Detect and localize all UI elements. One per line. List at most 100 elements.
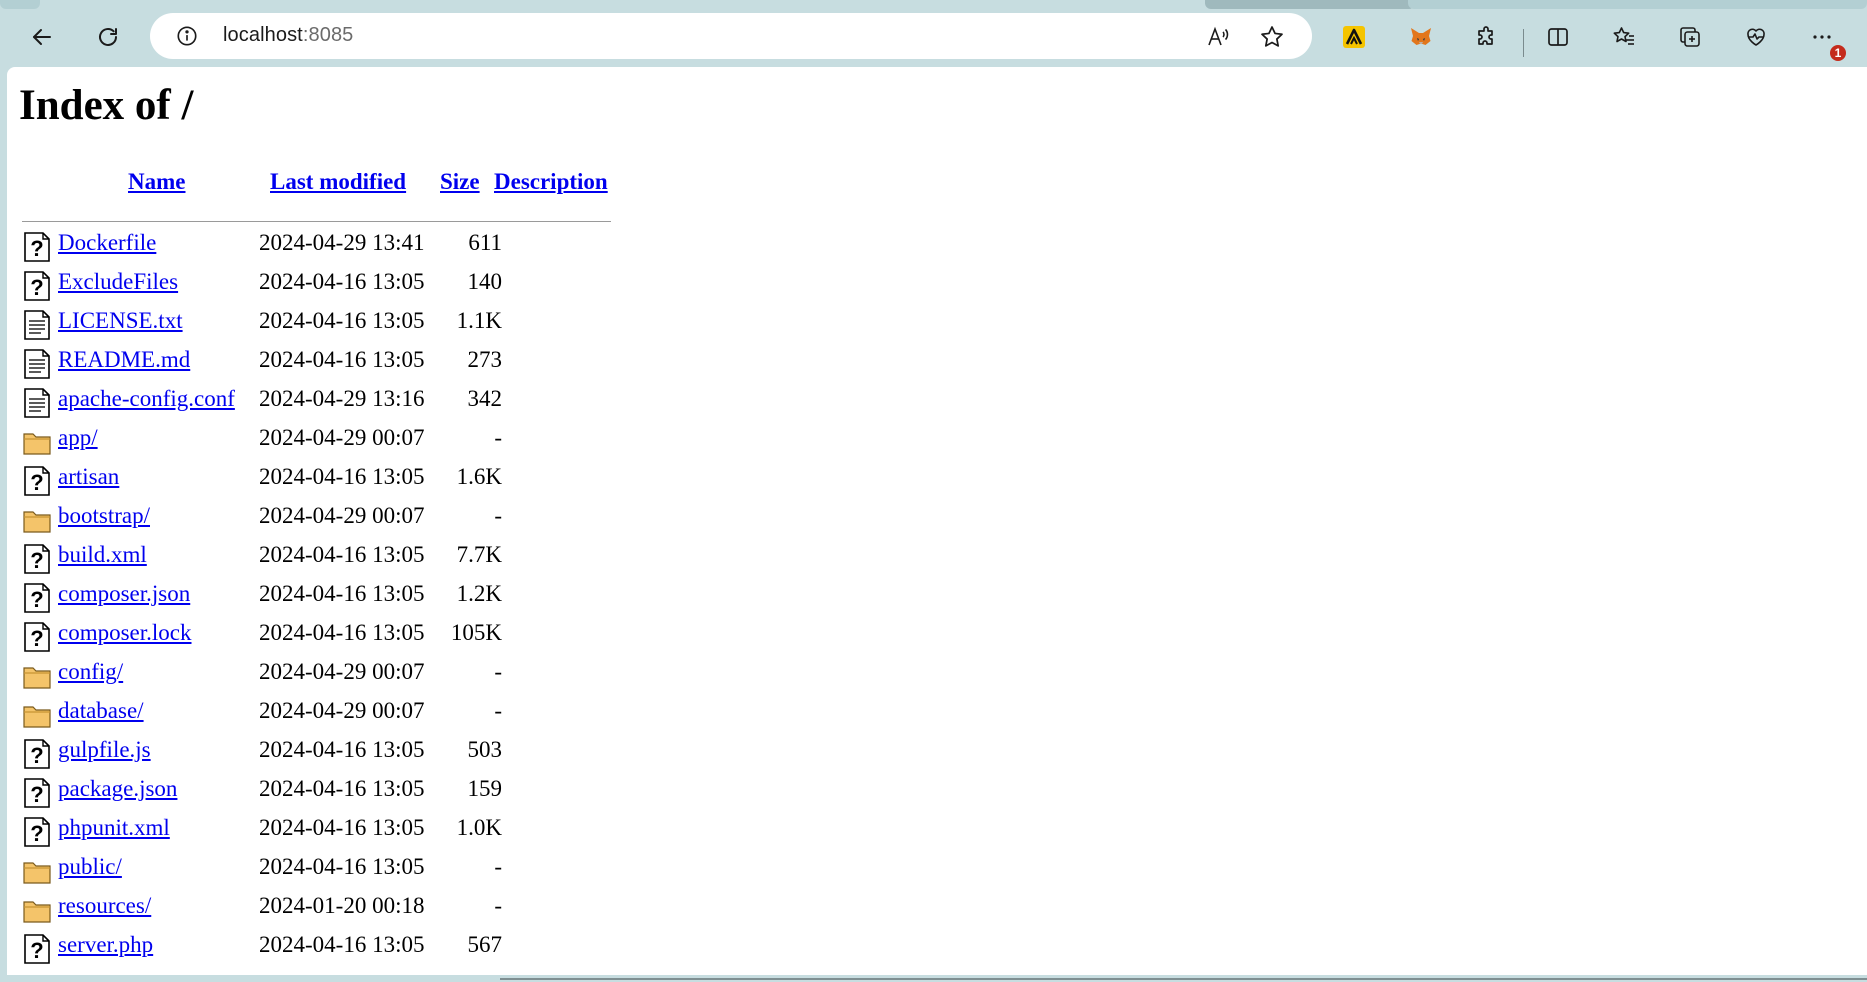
table-row: public/2024-04-16 13:05 - bbox=[22, 854, 622, 888]
file-link[interactable]: build.xml bbox=[58, 542, 147, 568]
file-size: - bbox=[494, 854, 502, 879]
file-size: - bbox=[494, 698, 502, 723]
file-size: - bbox=[494, 503, 502, 528]
svg-text:?: ? bbox=[30, 938, 43, 963]
back-button[interactable] bbox=[22, 17, 62, 57]
last-modified: 2024-04-29 13:16 bbox=[259, 386, 425, 411]
favorites-button[interactable] bbox=[1604, 17, 1644, 57]
refresh-button[interactable] bbox=[88, 17, 128, 57]
table-row: ? Dockerfile 2024-04-29 13:41 611 bbox=[22, 230, 622, 264]
file-size: 1.0K bbox=[456, 815, 502, 840]
svg-text:?: ? bbox=[30, 821, 43, 846]
unknown-file-icon: ? bbox=[22, 934, 52, 964]
read-aloud-icon bbox=[1208, 26, 1229, 46]
last-modified: 2024-04-16 13:05 bbox=[259, 581, 425, 606]
file-link[interactable]: resources/ bbox=[58, 893, 151, 919]
table-row: ? build.xml 2024-04-16 13:05 7.7K bbox=[22, 542, 622, 576]
table-row: ? gulpfile.js 2024-04-16 13:05 503 bbox=[22, 737, 622, 771]
folder-icon bbox=[22, 856, 52, 886]
file-link[interactable]: database/ bbox=[58, 698, 144, 724]
split-screen-icon bbox=[1548, 28, 1568, 46]
url-field[interactable]: localhost:8085 bbox=[223, 24, 1023, 47]
svg-text:?: ? bbox=[30, 743, 43, 768]
text-file-icon bbox=[22, 310, 52, 340]
page-viewport: Index of / Name Last modified Size Descr… bbox=[7, 67, 1867, 975]
unknown-file-icon: ? bbox=[22, 271, 52, 301]
table-row: ? artisan 2024-04-16 13:05 1.6K bbox=[22, 464, 622, 498]
folder-icon bbox=[22, 661, 52, 691]
file-size: 567 bbox=[467, 932, 503, 957]
last-modified: 2024-04-16 13:05 bbox=[259, 854, 425, 879]
file-link[interactable]: artisan bbox=[58, 464, 119, 490]
file-link[interactable]: public/ bbox=[58, 854, 122, 880]
window-bottom-edge bbox=[0, 975, 1867, 982]
read-aloud-button[interactable] bbox=[1205, 24, 1231, 50]
file-link[interactable]: ExcludeFiles bbox=[58, 269, 178, 295]
file-size: 105K bbox=[450, 620, 502, 645]
header-divider bbox=[22, 221, 611, 222]
last-modified: 2024-04-16 13:05 bbox=[259, 464, 425, 489]
back-icon bbox=[33, 29, 51, 45]
extension-a-button[interactable] bbox=[1334, 17, 1374, 57]
file-link[interactable]: composer.json bbox=[58, 581, 190, 607]
extension-a-icon bbox=[1343, 26, 1365, 48]
metamask-button[interactable] bbox=[1401, 17, 1441, 57]
unknown-file-icon: ? bbox=[22, 583, 52, 613]
last-modified: 2024-04-29 00:07 bbox=[259, 503, 425, 528]
file-link[interactable]: README.md bbox=[58, 347, 190, 373]
column-header-last-modified[interactable]: Last modified bbox=[270, 169, 406, 195]
file-link[interactable]: config/ bbox=[58, 659, 123, 685]
tab-edge[interactable] bbox=[1205, 0, 1415, 9]
file-link[interactable]: server.php bbox=[58, 932, 153, 958]
file-size: 140 bbox=[467, 269, 503, 294]
extensions-button[interactable] bbox=[1467, 17, 1507, 57]
info-icon[interactable] bbox=[176, 25, 198, 47]
table-row: resources/2024-01-20 00:18 - bbox=[22, 893, 622, 927]
extensions-puzzle-icon bbox=[1478, 26, 1493, 45]
tab-edge[interactable] bbox=[0, 0, 40, 9]
file-link[interactable]: gulpfile.js bbox=[58, 737, 151, 763]
browser-essentials-icon bbox=[1747, 28, 1765, 46]
table-row: ? server.php 2024-04-16 13:05 567 bbox=[22, 932, 622, 966]
last-modified: 2024-04-16 13:05 bbox=[259, 737, 425, 762]
tab-strip bbox=[0, 0, 1867, 9]
file-link[interactable]: app/ bbox=[58, 425, 98, 451]
file-link[interactable]: composer.lock bbox=[58, 620, 192, 646]
last-modified: 2024-04-16 13:05 bbox=[259, 815, 425, 840]
browser-essentials-button[interactable] bbox=[1736, 17, 1776, 57]
favorites-icon bbox=[1613, 27, 1634, 45]
table-row: config/2024-04-29 00:07 - bbox=[22, 659, 622, 693]
unknown-file-icon: ? bbox=[22, 817, 52, 847]
refresh-icon bbox=[99, 28, 117, 46]
file-size: 1.6K bbox=[456, 464, 502, 489]
svg-text:?: ? bbox=[30, 236, 43, 261]
browser-toolbar: localhost:8085 1 bbox=[0, 9, 1867, 67]
tab-edge[interactable] bbox=[1408, 0, 1867, 9]
last-modified: 2024-04-16 13:05 bbox=[259, 932, 425, 957]
split-screen-button[interactable] bbox=[1538, 17, 1578, 57]
column-header-description[interactable]: Description bbox=[494, 169, 608, 195]
last-modified: 2024-04-29 13:41 bbox=[259, 230, 425, 255]
file-size: 1.1K bbox=[456, 308, 502, 333]
file-link[interactable]: phpunit.xml bbox=[58, 815, 170, 841]
column-header-size[interactable]: Size bbox=[440, 169, 480, 195]
last-modified: 2024-04-29 00:07 bbox=[259, 425, 425, 450]
file-link[interactable]: LICENSE.txt bbox=[58, 308, 183, 334]
svg-text:?: ? bbox=[30, 782, 43, 807]
file-link[interactable]: bootstrap/ bbox=[58, 503, 150, 529]
table-row: bootstrap/2024-04-29 00:07 - bbox=[22, 503, 622, 537]
notification-badge: 1 bbox=[1830, 45, 1846, 61]
unknown-file-icon: ? bbox=[22, 622, 52, 652]
file-link[interactable]: Dockerfile bbox=[58, 230, 156, 256]
last-modified: 2024-04-16 13:05 bbox=[259, 542, 425, 567]
collections-button[interactable] bbox=[1670, 17, 1710, 57]
collections-icon bbox=[1680, 27, 1700, 47]
table-row: ? ExcludeFiles 2024-04-16 13:05 140 bbox=[22, 269, 622, 303]
address-bar[interactable]: localhost:8085 bbox=[150, 13, 1312, 59]
column-header-name[interactable]: Name bbox=[128, 169, 185, 195]
favorite-button[interactable] bbox=[1259, 24, 1285, 50]
file-link[interactable]: package.json bbox=[58, 776, 177, 802]
table-row: apache-config.conf 2024-04-29 13:16 342 bbox=[22, 386, 622, 420]
file-link[interactable]: apache-config.conf bbox=[58, 386, 235, 412]
url-port: :8085 bbox=[302, 24, 354, 46]
